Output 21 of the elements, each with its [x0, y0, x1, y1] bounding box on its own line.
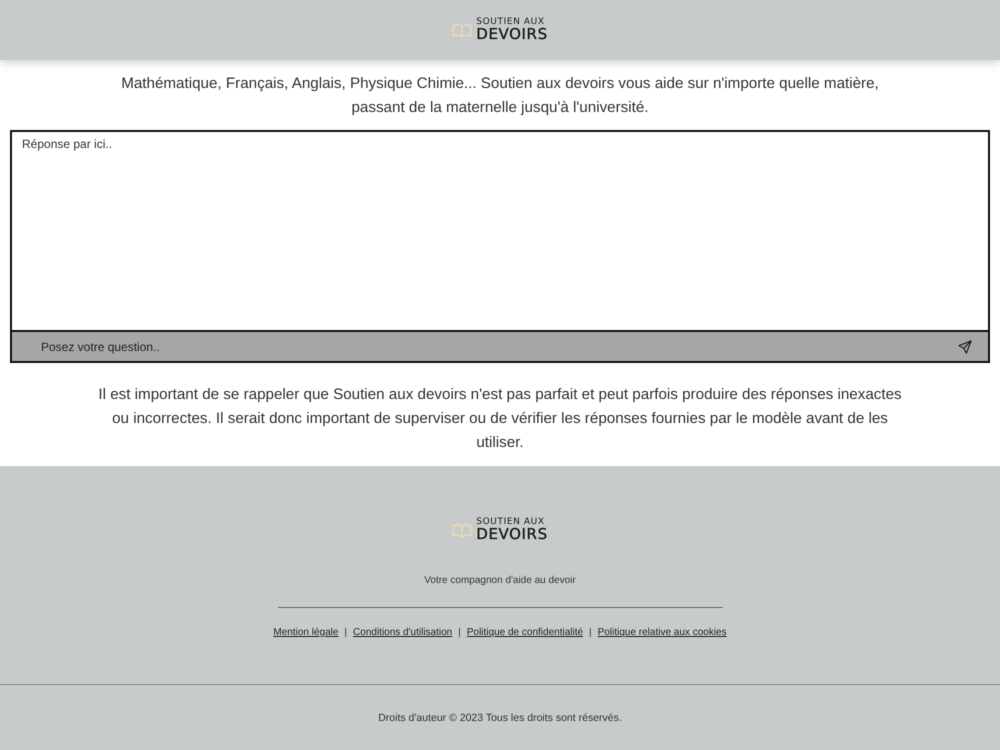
copyright-text: Droits d'auteur © 2023 Tous les droits sont réservés.	[378, 712, 622, 724]
footer-link[interactable]: Mention légale	[273, 626, 338, 640]
logo-text: SOUTIEN AUX	[476, 18, 546, 27]
open-book-icon	[452, 522, 472, 538]
response-field[interactable]: Réponse par ici..	[10, 130, 990, 332]
footer-link[interactable]: Conditions d'utilisation	[353, 626, 452, 640]
tagline-text: Votre compagnon d'aide au devoir	[424, 574, 576, 588]
link-separator: |	[589, 626, 592, 640]
question-field[interactable]: Posez votre question..	[10, 332, 990, 363]
send-icon	[958, 340, 972, 354]
logo-text: SOUTIEN AUX	[476, 518, 546, 527]
intro-text: Mathématique, Français, Anglais, Physique Chimie... Soutien aux devoirs vous aide sur n'importe quelle matière, passant de la maternelle jusqu'à l'université.	[120, 74, 880, 118]
logo-text: DEVOIRS	[476, 527, 548, 542]
link-separator: |	[344, 626, 348, 640]
logo-text: DEVOIRS	[476, 27, 548, 42]
footer-link[interactable]: Politique relative aux cookies	[598, 626, 727, 640]
footer-link[interactable]: Politique de confidentialité	[466, 626, 584, 640]
link-separator: |	[458, 626, 461, 640]
send-button[interactable]	[956, 338, 974, 356]
disclaimer-text: Il est important de se rappeler que Soutien aux devoirs n'est pas parfait et peut parfois produire des réponses inexactes ou incorrectes. Il serait donc important de superviser ou de vérifier les réponses fournies par le modèle avant de les utiliser.	[97, 385, 903, 453]
open-book-icon	[452, 22, 472, 38]
